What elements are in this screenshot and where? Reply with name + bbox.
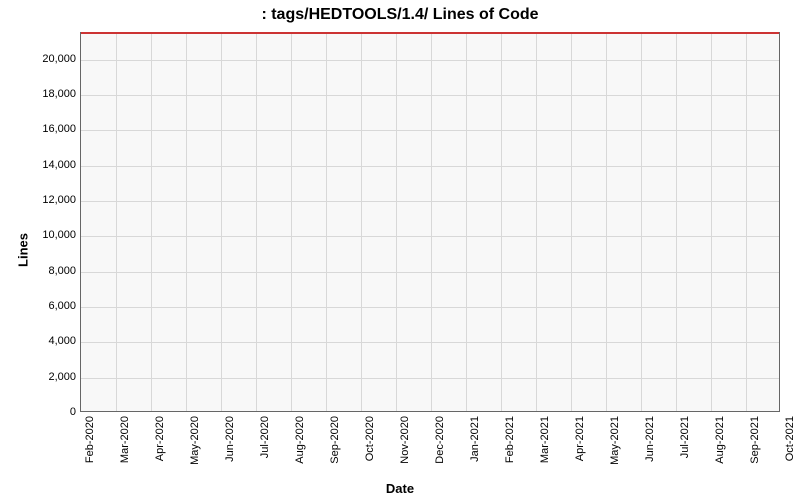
x-tick-label: Dec-2020 [434,416,446,464]
grid-line-v [431,33,432,411]
series-line [81,32,779,34]
x-tick-label: Aug-2020 [294,416,306,464]
x-tick-label: Jul-2020 [259,416,271,458]
grid-line-v [151,33,152,411]
plot-area [80,32,780,412]
grid-line-v [676,33,677,411]
grid-line-v [291,33,292,411]
grid-line-v [116,33,117,411]
x-tick-label: Jul-2021 [679,416,691,458]
x-tick-label: Feb-2020 [84,416,96,463]
x-tick-label: Nov-2020 [399,416,411,464]
y-tick-label: 2,000 [26,371,76,383]
y-tick-label: 8,000 [26,265,76,277]
y-tick-label: 18,000 [26,88,76,100]
y-tick-label: 0 [26,406,76,418]
x-axis-label: Date [0,481,800,496]
y-tick-label: 6,000 [26,300,76,312]
grid-line-v [711,33,712,411]
x-tick-label: Jan-2021 [469,416,481,462]
x-tick-label: Jun-2020 [224,416,236,462]
x-tick-label: Mar-2020 [119,416,131,463]
x-tick-label: Sep-2020 [329,416,341,464]
grid-line-v [256,33,257,411]
x-tick-label: Apr-2020 [154,416,166,461]
grid-line-v [221,33,222,411]
y-tick-label: 20,000 [26,53,76,65]
x-tick-label: Sep-2021 [749,416,761,464]
grid-line-v [326,33,327,411]
x-tick-label: Apr-2021 [574,416,586,461]
x-tick-label: Oct-2020 [364,416,376,461]
y-tick-label: 4,000 [26,335,76,347]
grid-line-v [396,33,397,411]
y-tick-label: 10,000 [26,229,76,241]
grid-line-v [606,33,607,411]
x-tick-label: Jun-2021 [644,416,656,462]
grid-line-v [466,33,467,411]
chart-title: : tags/HEDTOOLS/1.4/ Lines of Code [0,6,800,24]
grid-line-v [536,33,537,411]
x-tick-label: Feb-2021 [504,416,516,463]
y-tick-label: 16,000 [26,123,76,135]
x-tick-label: May-2021 [609,416,621,465]
y-tick-label: 12,000 [26,194,76,206]
grid-line-v [361,33,362,411]
grid-line-v [186,33,187,411]
y-tick-label: 14,000 [26,159,76,171]
x-tick-label: Mar-2021 [539,416,551,463]
x-tick-label: Aug-2021 [714,416,726,464]
chart-container: : tags/HEDTOOLS/1.4/ Lines of Code Lines… [0,0,800,500]
grid-line-v [746,33,747,411]
grid-line-v [501,33,502,411]
grid-line-v [641,33,642,411]
x-tick-label: Oct-2021 [784,416,796,461]
grid-line-v [571,33,572,411]
x-tick-label: May-2020 [189,416,201,465]
